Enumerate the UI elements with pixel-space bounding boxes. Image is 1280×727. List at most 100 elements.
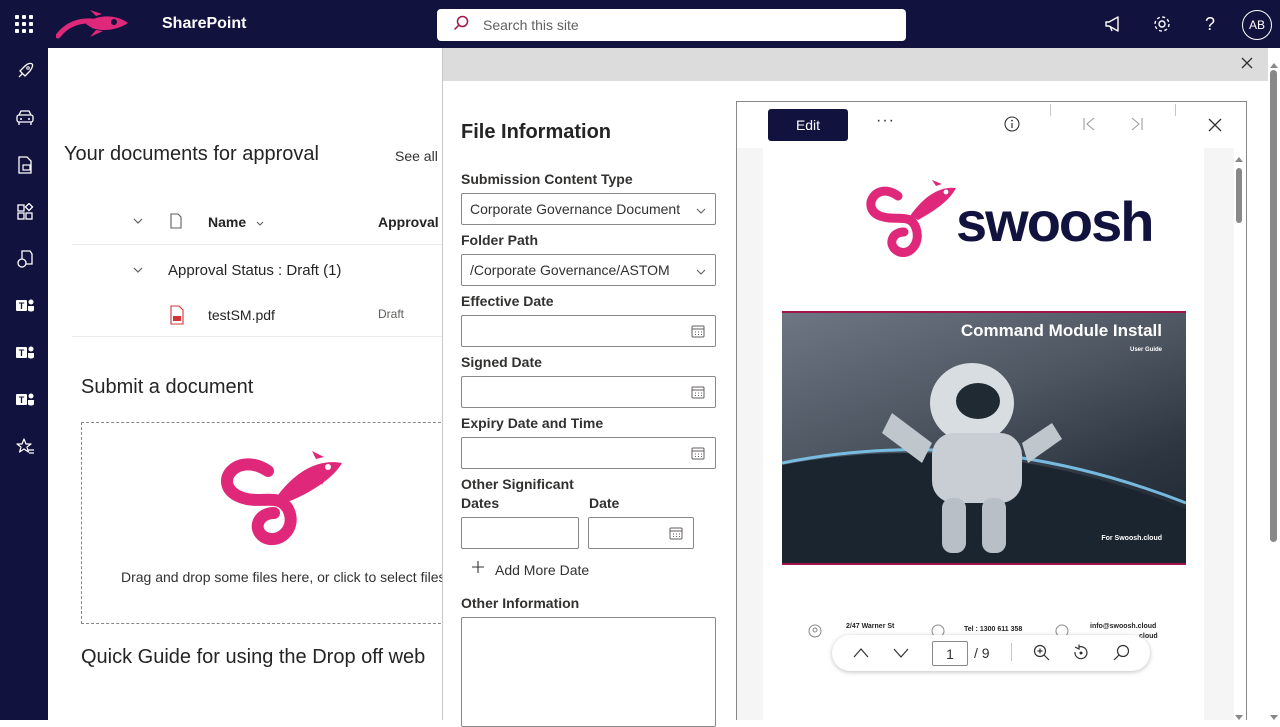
left-rail: T T T <box>0 48 48 720</box>
location-icon <box>808 624 822 643</box>
document-cover-image: Command Module Install User Guide For Sw… <box>782 311 1186 565</box>
calendar-icon[interactable] <box>669 526 683 543</box>
next-page-icon[interactable] <box>893 646 909 665</box>
scroll-down-arrow[interactable] <box>1269 709 1279 727</box>
panel-title: File Information <box>461 121 611 143</box>
file-type-icon <box>170 213 182 234</box>
scroll-up-arrow[interactable] <box>1234 150 1244 168</box>
info-icon[interactable] <box>1004 116 1020 137</box>
car-icon[interactable] <box>14 107 36 129</box>
teams-icon[interactable]: T <box>14 295 36 317</box>
zoom-in-icon[interactable] <box>1033 644 1050 666</box>
teams-icon[interactable]: T <box>14 342 36 364</box>
add-more-date-button[interactable]: Add More Date <box>471 560 589 579</box>
swoosh-logo[interactable] <box>55 10 132 45</box>
add-icon <box>471 560 485 579</box>
other-dates-label-line1: Other Significant <box>461 476 574 492</box>
app-title[interactable]: SharePoint <box>162 15 246 33</box>
svg-text:T: T <box>19 395 25 405</box>
column-header-name[interactable]: Name <box>208 214 246 230</box>
document-brand: swoosh <box>956 190 1154 253</box>
page-total: / 9 <box>974 645 990 661</box>
scroll-down-arrow[interactable] <box>1234 709 1244 727</box>
more-options-button[interactable]: ··· <box>876 112 895 130</box>
effective-date-field[interactable] <box>461 315 716 347</box>
calendar-icon[interactable] <box>691 324 705 341</box>
search-input[interactable] <box>483 17 883 33</box>
panel-header-bar <box>443 48 1280 81</box>
content-type-dropdown[interactable]: Corporate Governance Document <box>461 193 716 225</box>
group-header[interactable]: Approval Status : Draft (1) <box>168 262 341 279</box>
avatar[interactable]: AB <box>1242 10 1272 40</box>
other-date-name-field[interactable] <box>461 517 579 549</box>
close-viewer-icon[interactable] <box>1208 118 1222 137</box>
search-icon <box>453 15 469 36</box>
cover-title: Command Module Install <box>960 321 1162 340</box>
status-badge: Draft <box>378 307 405 321</box>
close-icon[interactable] <box>1240 56 1254 75</box>
rocket-icon[interactable] <box>14 60 36 82</box>
teams-icon[interactable]: T <box>14 389 36 411</box>
expiry-date-field[interactable] <box>461 437 716 469</box>
help-icon[interactable]: ? <box>1199 13 1221 35</box>
document-upload-icon[interactable] <box>14 154 36 176</box>
cover-subtitle: User Guide <box>1129 347 1162 353</box>
other-info-label: Other Information <box>461 595 580 611</box>
column-header-approval[interactable]: Approval <box>378 214 439 230</box>
viewer-scrollbar-thumb[interactable] <box>1236 168 1242 223</box>
submit-title: Submit a document <box>81 376 254 398</box>
previous-page-icon[interactable] <box>853 646 869 665</box>
calendar-icon[interactable] <box>691 385 705 402</box>
date-label: Date <box>589 495 620 511</box>
signed-date-label: Signed Date <box>461 354 542 370</box>
page-navigation-bar <box>832 635 1150 671</box>
pdf-icon <box>169 305 185 330</box>
page-number-input[interactable] <box>932 641 968 666</box>
expiry-date-label: Expiry Date and Time <box>461 415 604 431</box>
content-type-value: Corporate Governance Document <box>470 201 681 217</box>
svg-text:T: T <box>19 348 25 358</box>
calendar-icon[interactable] <box>691 446 705 463</box>
cover-footer: For Swoosh.cloud <box>1101 535 1162 542</box>
star-list-icon[interactable] <box>14 436 36 458</box>
content-type-label: Submission Content Type <box>461 171 633 187</box>
search-document-icon[interactable] <box>1113 644 1130 666</box>
folder-path-dropdown[interactable]: /Corporate Governance/ASTOM <box>461 254 716 286</box>
approvals-title: Your documents for approval <box>64 143 319 165</box>
add-more-date-label: Add More Date <box>495 561 590 578</box>
other-info-textarea[interactable] <box>461 617 716 727</box>
file-dropzone[interactable]: Drag and drop some files here, or click … <box>81 422 451 624</box>
gear-icon[interactable] <box>1151 13 1173 35</box>
signed-date-field[interactable] <box>461 376 716 408</box>
dropzone-text: Drag and drop some files here, or click … <box>121 569 446 585</box>
folder-path-value: /Corporate Governance/ASTOM <box>470 262 670 278</box>
app-launcher-icon[interactable] <box>12 12 36 36</box>
apps-icon[interactable] <box>14 201 36 223</box>
file-name-link[interactable]: testSM.pdf <box>208 307 275 323</box>
phone-text: Tel : 1300 611 358 <box>964 626 1023 633</box>
other-dates-label-line2: Dates <box>461 495 500 511</box>
rotate-icon[interactable] <box>1072 644 1089 666</box>
swoosh-logo <box>218 451 350 552</box>
documents-icon[interactable] <box>14 248 36 270</box>
see-all-link[interactable]: See all <box>395 148 438 164</box>
address-text: 2/47 Warner St <box>846 623 895 630</box>
chevron-down-icon[interactable] <box>255 216 265 234</box>
search-box[interactable] <box>437 9 906 41</box>
chevron-down-icon[interactable] <box>132 263 144 281</box>
other-date-field[interactable] <box>588 517 694 549</box>
page-scrollbar-thumb[interactable] <box>1270 70 1277 542</box>
email-text: info@swoosh.cloud <box>1090 623 1157 630</box>
edit-button[interactable]: Edit <box>768 109 848 141</box>
top-bar: SharePoint ? AB <box>0 0 1280 48</box>
first-page-icon[interactable] <box>1082 117 1096 136</box>
chevron-down-icon <box>695 204 707 220</box>
swoosh-logo <box>866 180 958 265</box>
folder-path-label: Folder Path <box>461 232 539 248</box>
divider <box>1011 643 1012 661</box>
chevron-down-icon[interactable] <box>132 214 144 232</box>
effective-date-label: Effective Date <box>461 293 554 309</box>
last-page-icon[interactable] <box>1130 117 1144 136</box>
divider <box>72 336 442 337</box>
megaphone-icon[interactable] <box>1103 13 1125 35</box>
